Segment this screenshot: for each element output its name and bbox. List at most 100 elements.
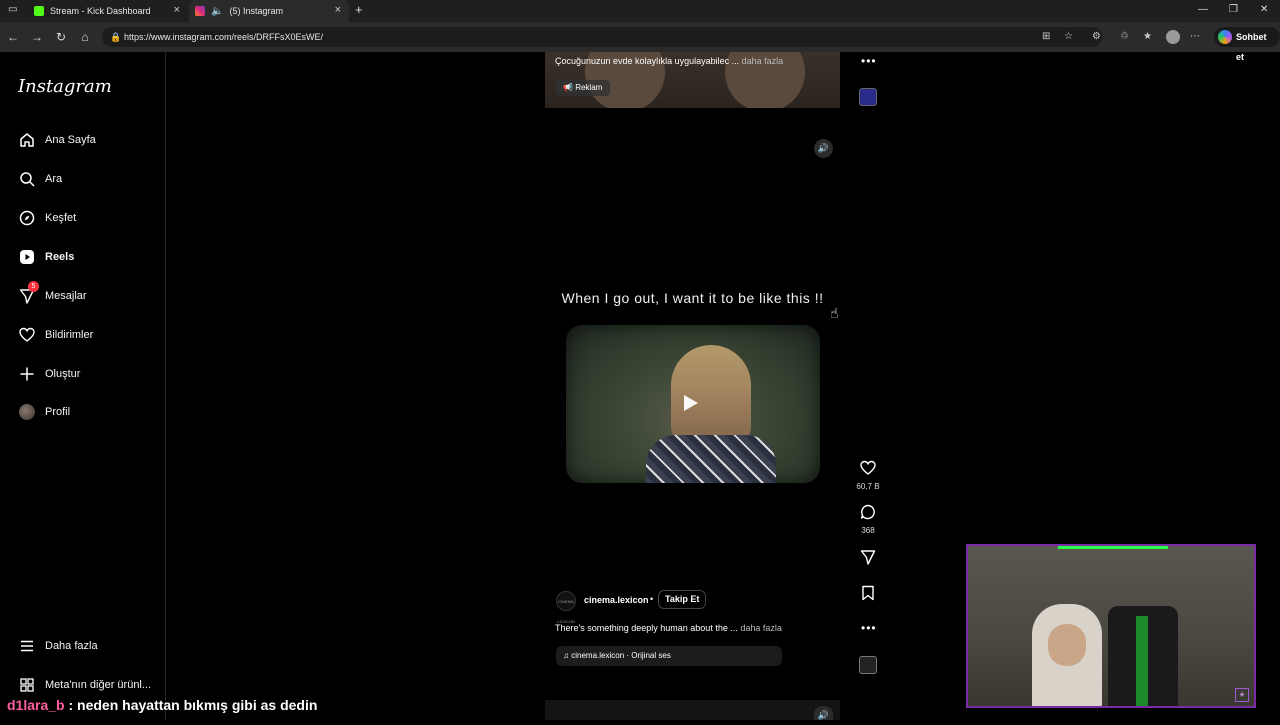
chat-text: : neden hayattan bıkmış gibi as dedin [68,697,318,713]
browser-tab-bar: ▭ Stream - Kick Dashboard × 🔈 (5) Instag… [0,0,1280,22]
like-button[interactable]: 60,7 B [855,460,881,491]
sidebar-item-create[interactable]: Oluştur [18,362,80,386]
tab-title: Stream - Kick Dashboard [50,6,151,16]
video-subject [646,435,776,483]
more-link[interactable]: daha fazla [740,623,782,633]
more-options-icon[interactable]: ••• [861,54,877,68]
close-window-icon[interactable]: ✕ [1260,4,1268,15]
play-icon[interactable] [684,395,698,411]
audio-thumbnail[interactable] [859,656,877,674]
comment-icon [855,504,881,524]
sidebar-item-search[interactable]: Ara [18,167,62,191]
chat-message: d1lara_b : neden hayattan bıkmış gibi as… [7,697,317,713]
tab-instagram[interactable]: 🔈 (5) Instagram × [189,0,349,22]
copilot-chat-button[interactable]: Sohbet et [1214,27,1280,62]
minimize-icon[interactable]: — [1198,4,1208,15]
sidebar-item-label: Keşfet [45,212,77,224]
browser-essentials-icon[interactable]: ♲ [1120,31,1129,42]
menu-icon [18,637,36,655]
sidebar-item-meta[interactable]: Meta'nın diğer ürünl... [18,673,151,697]
comment-button[interactable]: 368 [855,504,881,535]
reload-icon[interactable]: ↻ [54,30,68,44]
sidebar-item-profile[interactable]: Profil [18,400,70,424]
reel-video[interactable] [566,325,820,483]
chat-username: d1lara_b [7,697,65,713]
reel-caption: There's something deeply human about the… [555,623,845,633]
heart-icon [18,326,36,344]
sidebar-item-more[interactable]: Daha fazla [18,634,98,658]
follow-button[interactable]: Takip Et [658,590,707,609]
sidebar-item-explore[interactable]: Keşfet [18,206,76,230]
overlay-logo-icon: ◈ [1235,688,1249,702]
close-icon[interactable]: × [335,4,341,16]
lock-icon[interactable]: 🔒 [110,27,121,47]
next-reel-video[interactable] [545,700,840,720]
ad-label: Reklam [575,83,603,92]
avatar[interactable]: CINEMA LEXICON [556,591,576,624]
speaker-icon[interactable]: 🔊 [814,139,833,158]
home-icon [18,131,36,149]
speaker-icon[interactable]: 🔊 [814,706,833,720]
comment-count: 368 [861,526,875,535]
tab-title: (5) Instagram [229,6,283,16]
overlay-accent-bar [1058,546,1168,549]
meta-grid-icon [18,676,36,694]
close-icon[interactable]: × [174,4,180,16]
save-button[interactable] [855,585,881,605]
forward-icon[interactable]: → [30,30,44,44]
reels-icon [18,248,36,266]
compass-icon [18,209,36,227]
address-bar[interactable]: 🔒 https://www.instagram.com/reels/DRFFsX… [102,27,1102,47]
streamer [1048,624,1086,666]
sidebar-item-label: Meta'nın diğer ürünl... [45,679,152,691]
sidebar-item-notifications[interactable]: Bildirimler [18,323,93,347]
post-username[interactable]: cinema.lexicon [584,595,649,605]
restore-icon[interactable]: ❐ [1229,4,1238,15]
caption-text: There's something deeply human about the… [555,623,738,633]
sidebar-item-reels[interactable]: Reels [18,245,74,269]
kick-icon [34,6,44,16]
gaming-chair [1136,616,1148,706]
more-options-icon[interactable]: ⋯ [1190,31,1200,42]
url-text: https://www.instagram.com/reels/DRFFsX0E… [124,32,324,42]
sidebar-item-label: Bildirimler [45,329,94,341]
instagram-logo[interactable]: Instagram [18,76,112,97]
reel-overlay-text: When I go out, I want it to be like this… [561,290,824,306]
audio-link[interactable]: ♫ cinema.lexicon · Orijinal ses [556,646,782,666]
copilot-icon [1218,30,1232,44]
sidebar-item-label: Ara [45,173,63,185]
app-install-icon[interactable]: ⊞ [1042,31,1050,42]
share-button[interactable] [855,549,881,569]
more-options-icon[interactable]: ••• [861,621,877,635]
favorites-icon[interactable]: ★ [1143,31,1152,42]
instagram-sidebar: Instagram Ana Sayfa Ara Keşfet Reels 5 M… [0,52,166,720]
separator-dot: • [650,594,654,604]
messenger-icon: 5 [18,281,39,305]
sidebar-item-label: Profil [45,406,71,418]
audio-thumbnail[interactable] [859,88,877,106]
like-count: 60,7 B [856,482,880,491]
speaker-icon[interactable]: 🔈 [211,6,223,17]
avatar [19,404,35,420]
megaphone-icon: 📢 [563,83,573,92]
address-toolbar: ← → ↻ ⌂ 🔒 https://www.instagram.com/reel… [0,22,1280,62]
tab-actions-icon[interactable]: ▭ [8,4,17,15]
browser-profile-avatar[interactable] [1166,30,1180,44]
more-link[interactable]: daha fazla [742,56,784,66]
favorite-star-icon[interactable]: ☆ [1064,31,1073,42]
caption-text: Çocuğunuzun evde kolaylıkla uygulayabile… [555,56,740,66]
sidebar-item-label: Daha fazla [45,640,98,652]
sidebar-item-messages[interactable]: 5 Mesajlar [18,281,87,308]
home-icon[interactable]: ⌂ [78,30,92,44]
sidebar-item-home[interactable]: Ana Sayfa [18,128,96,152]
new-tab-button[interactable]: + [355,2,363,17]
instagram-icon [195,6,205,16]
music-note-icon: ♫ [563,651,569,660]
sidebar-item-label: Mesajlar [45,290,87,302]
tab-kick-dashboard[interactable]: Stream - Kick Dashboard × [28,0,188,22]
sidebar-item-label: Oluştur [45,368,81,380]
extensions-icon[interactable]: ⚙ [1092,31,1101,42]
ad-badge[interactable]: 📢 Reklam [556,80,611,96]
share-icon [855,549,881,569]
back-icon[interactable]: ← [6,30,20,44]
